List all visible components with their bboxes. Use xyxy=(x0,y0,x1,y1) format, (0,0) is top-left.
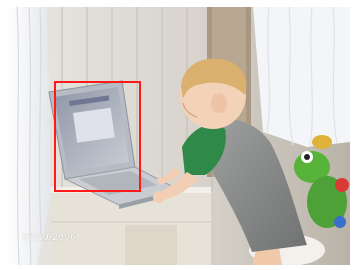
date-stamp: 07/19/2006 xyxy=(22,233,76,243)
highlight-box xyxy=(54,81,141,192)
left-curtain xyxy=(7,7,51,265)
photo xyxy=(7,7,350,265)
photo-frame: 07/19/2006 xyxy=(0,0,355,270)
